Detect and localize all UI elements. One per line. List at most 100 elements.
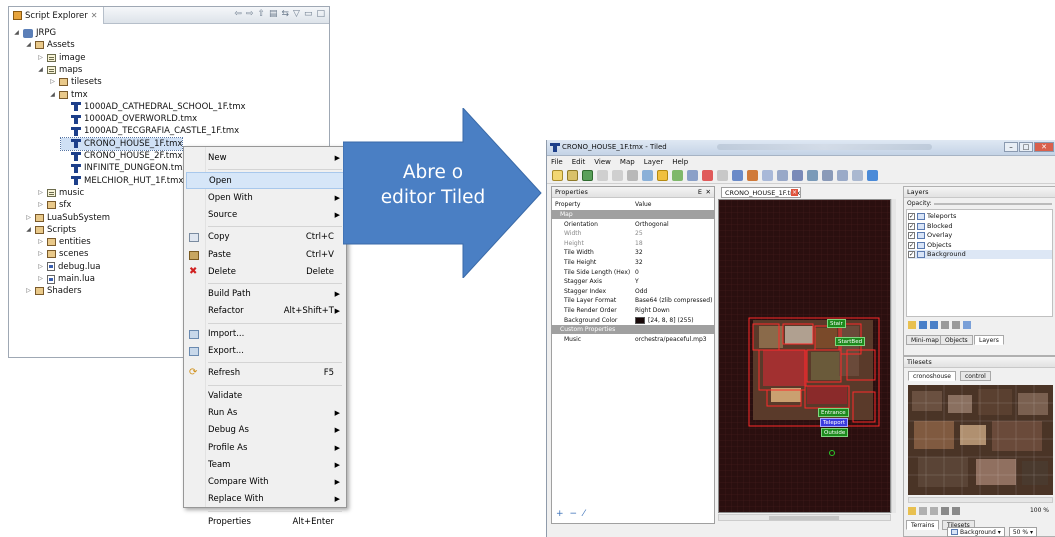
expanded-triangle-icon[interactable]: ◢ [37,64,44,76]
tileset-tab-control[interactable]: control [960,371,991,381]
menu-item-run-as[interactable]: Run As ▶ [186,405,344,422]
menu-item-source[interactable]: Source ▶ [186,207,344,224]
map-horizontal-scrollbar[interactable] [718,514,891,521]
select-objects-icon[interactable] [762,170,773,181]
tileset-hscrollbar[interactable] [908,497,1053,503]
property-row[interactable]: Height 18 [552,239,714,248]
menu-item-open-with[interactable]: Open With ▶ [186,190,344,207]
insert-rectangle-icon[interactable] [792,170,803,181]
property-row[interactable]: Stagger Axis Y [552,277,714,286]
magic-wand-icon[interactable] [732,170,743,181]
expanded-triangle-icon[interactable]: ◢ [25,39,32,51]
color-swatch[interactable] [635,316,645,324]
menu-file[interactable]: File [551,157,563,168]
insert-tile-icon[interactable] [852,170,863,181]
tree-item[interactable]: ▷ sfx [37,199,71,211]
property-row[interactable]: Tile Height 32 [552,258,714,267]
bucket-fill-icon[interactable] [687,170,698,181]
menu-view[interactable]: View [594,157,611,168]
insert-polyline-icon[interactable] [837,170,848,181]
dock-tab-terrains[interactable]: Terrains [906,520,940,530]
delete-tileset-icon[interactable] [952,507,960,515]
layer-visibility-checkbox[interactable]: ✓ [908,213,915,220]
tree-item[interactable]: INFINITE_DUNGEON.tmx [61,162,187,174]
tree-item[interactable]: ▷ LuaSubSystem [25,212,110,224]
menu-item-refactor[interactable]: Refactor Alt+Shift+T ▶ [186,303,344,320]
tree-item[interactable]: ▷ image [37,52,85,64]
property-row[interactable]: Width 25 [552,229,714,238]
edit-polygons-icon[interactable] [777,170,788,181]
import-tileset-icon[interactable] [919,507,927,515]
insert-polygon-icon[interactable] [822,170,833,181]
menu-item-import[interactable]: Import... [186,326,344,343]
close-window-button[interactable]: ✕ [1034,142,1054,152]
expanded-triangle-icon[interactable]: ◢ [25,224,32,236]
collapsed-triangle-icon[interactable]: ▷ [37,199,44,211]
menu-item-build-path[interactable]: Build Path ▶ [186,286,344,303]
add-property-icon[interactable]: + [556,509,564,519]
menu-item-export[interactable]: Export... [186,343,344,360]
close-icon[interactable]: ✕ [91,11,98,20]
menu-item-debug-as[interactable]: Debug As ▶ [186,422,344,439]
save-map-icon[interactable] [582,170,593,181]
tileset-image[interactable] [908,385,1053,495]
menu-item-validate[interactable]: Validate [186,388,344,405]
show-hide-layers-icon[interactable] [963,321,971,329]
move-icon[interactable] [867,170,878,181]
map-vertical-scrollbar[interactable] [891,199,896,513]
expanded-triangle-icon[interactable]: ◢ [13,27,20,39]
tree-item[interactable]: ▷ debug.lua [37,261,100,273]
collapsed-triangle-icon[interactable]: ▷ [37,187,44,199]
menu-layer[interactable]: Layer [644,157,664,168]
undo-icon[interactable] [597,170,608,181]
map-object-teleport[interactable]: Teleport [820,418,848,427]
minimize-icon[interactable]: ▭ [304,9,313,19]
map-object-outside[interactable]: Outside [821,428,849,437]
menu-help[interactable]: Help [672,157,688,168]
tree-item[interactable]: ▷ main.lua [37,273,95,285]
edit-property-icon[interactable]: ⁄ [583,509,585,519]
dock-tab-objects[interactable]: Objects [940,335,973,345]
map-hscroll-thumb[interactable] [769,516,839,520]
layer-visibility-checkbox[interactable]: ✓ [908,251,915,258]
panel-close-icon[interactable]: ✕ [706,187,711,198]
menu-item-new[interactable]: New ▶ [186,150,344,167]
terrain-brush-icon[interactable] [672,170,683,181]
menu-item-open[interactable]: Open [186,172,344,190]
menu-item-replace-with[interactable]: Replace With ▶ [186,491,344,508]
property-row[interactable]: Orientation Orthogonal [552,220,714,229]
layer-item[interactable]: ✓ Objects [908,241,952,250]
menu-item-compare-with[interactable]: Compare With ▶ [186,474,344,491]
menu-item-properties[interactable]: Properties Alt+Enter [186,514,344,531]
collapsed-triangle-icon[interactable]: ▷ [37,261,44,273]
collapsed-triangle-icon[interactable]: ▷ [25,212,32,224]
current-layer-select[interactable]: Background ▾ [947,526,1005,537]
tree-item[interactable]: ▷ music [37,187,84,199]
opacity-slider[interactable] [934,203,1052,205]
property-group[interactable]: Custom Properties [552,325,714,335]
maximize-icon[interactable]: □ [316,9,325,19]
script-explorer-tab[interactable]: Script Explorer ✕ [9,7,105,24]
stamp-brush-icon[interactable] [657,170,668,181]
collapse-all-icon[interactable]: ▤ [269,9,278,19]
property-row[interactable]: Music orchestra/peaceful.mp3 [552,335,714,344]
tree-item[interactable]: ▷ entities [37,236,90,248]
property-group[interactable]: Map [552,210,714,219]
link-editor-icon[interactable]: ⇆ [282,9,290,19]
menu-map[interactable]: Map [620,157,635,168]
remove-property-icon[interactable]: − [570,509,578,519]
menu-item-paste[interactable]: Paste Ctrl+V [186,247,344,264]
tree-item[interactable]: 1000AD_CATHEDRAL_SCHOOL_1F.tmx [61,101,246,113]
zoom-select[interactable]: 50 % ▾ [1008,526,1037,537]
insert-ellipse-icon[interactable] [807,170,818,181]
select-same-tile-icon[interactable] [747,170,758,181]
dock-tab-layers[interactable]: Layers [974,335,1004,345]
map-object-startbed[interactable]: StartBed [835,337,866,346]
rect-select-icon[interactable] [717,170,728,181]
tree-item[interactable]: ◢ JRPG [13,27,56,39]
collapsed-triangle-icon[interactable]: ▷ [37,52,44,64]
command-icon[interactable] [627,170,638,181]
tree-item[interactable]: ◢ Scripts [25,224,76,236]
new-tileset-icon[interactable] [908,507,916,515]
view-menu-icon[interactable]: ▽ [293,9,300,19]
